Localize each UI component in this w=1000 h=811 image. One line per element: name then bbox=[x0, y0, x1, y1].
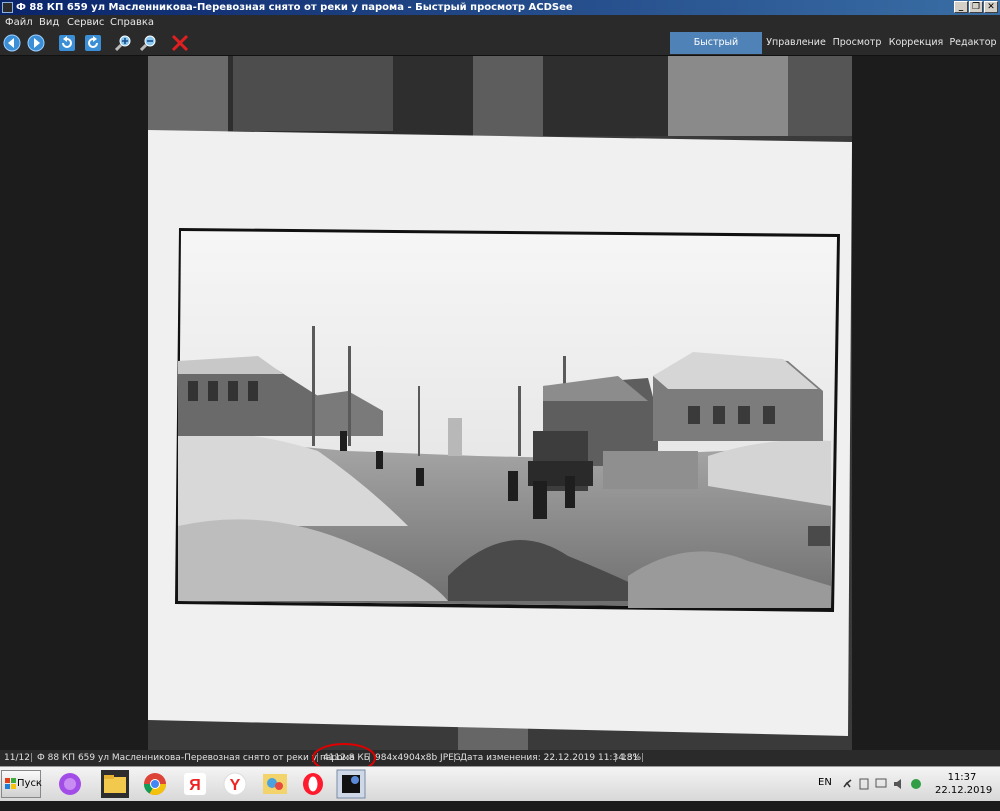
tab-manage[interactable]: Управление bbox=[766, 32, 826, 54]
image-index: 11/12 bbox=[4, 753, 30, 763]
status-dimensions: 984x4904x8b JPEG bbox=[375, 753, 461, 763]
toolbar: Быстрый просмотр Управление Просмотр Кор… bbox=[0, 31, 1000, 70]
status-separator: | bbox=[614, 753, 618, 763]
status-bar: 11/12 | Ф 88 КП 659 ул Масленникова-Пере… bbox=[0, 750, 1000, 766]
language-indicator[interactable]: EN bbox=[818, 777, 832, 811]
minimize-button[interactable]: _ bbox=[954, 1, 968, 13]
explorer-icon[interactable] bbox=[100, 769, 130, 799]
next-arrow-icon[interactable] bbox=[27, 34, 45, 52]
zoom-out-icon[interactable] bbox=[140, 34, 158, 52]
acdsee-icon[interactable] bbox=[336, 769, 366, 799]
clock[interactable]: 11:37 22.12.2019 bbox=[935, 771, 993, 797]
tab-quick-view[interactable]: Быстрый просмотр bbox=[670, 32, 762, 70]
yandex-browser-icon[interactable]: Y bbox=[220, 769, 250, 799]
yandex-icon[interactable]: Я bbox=[180, 769, 210, 799]
rotate-right-icon[interactable] bbox=[84, 34, 102, 52]
chrome-icon[interactable] bbox=[140, 769, 170, 799]
svg-text:Y: Y bbox=[230, 777, 241, 794]
menu-help[interactable]: Справка bbox=[110, 16, 154, 30]
status-zoom[interactable]: 18% bbox=[621, 750, 641, 766]
image-viewer[interactable] bbox=[0, 56, 1000, 750]
status-filename: Ф 88 КП 659 ул Масленникова-Перевозная с… bbox=[37, 753, 355, 763]
status-separator: | bbox=[453, 753, 457, 763]
menu-service[interactable]: Сервис bbox=[67, 16, 104, 30]
tab-edit[interactable]: Редактор bbox=[948, 32, 998, 54]
start-button[interactable]: Пуск bbox=[1, 770, 42, 798]
acdsee-app-icon[interactable] bbox=[2, 2, 13, 13]
alice-icon[interactable] bbox=[55, 769, 85, 799]
system-tray-icons[interactable] bbox=[840, 777, 930, 811]
menu-view[interactable]: Вид bbox=[39, 16, 59, 30]
tab-develop[interactable]: Коррекция bbox=[888, 32, 944, 54]
menu-bar: Файл Вид Сервис Справка bbox=[0, 15, 1000, 31]
photo-image bbox=[148, 56, 852, 750]
title-bar: Ф 88 КП 659 ул Масленникова-Перевозная с… bbox=[0, 0, 1000, 15]
rotate-left-icon[interactable] bbox=[58, 34, 76, 52]
svg-text:Я: Я bbox=[189, 777, 201, 794]
paint-icon[interactable] bbox=[260, 769, 290, 799]
taskbar: Пуск Я Y EN 11:37 22.12.2019 bbox=[0, 766, 1000, 801]
delete-icon[interactable] bbox=[171, 34, 189, 52]
clock-time: 11:37 bbox=[947, 772, 977, 783]
windows-flag-icon bbox=[5, 778, 16, 789]
window-title: Ф 88 КП 659 ул Масленникова-Перевозная с… bbox=[16, 2, 573, 13]
zoom-in-icon[interactable] bbox=[115, 34, 133, 52]
status-modified: Дата изменения: 22.12.2019 11:34:31 bbox=[460, 753, 639, 763]
status-separator: | bbox=[30, 753, 34, 763]
tab-view[interactable]: Просмотр bbox=[831, 32, 883, 54]
menu-file[interactable]: Файл bbox=[5, 16, 33, 30]
opera-icon[interactable] bbox=[298, 769, 328, 799]
status-separator: | bbox=[641, 753, 645, 763]
clock-date: 22.12.2019 bbox=[935, 785, 993, 796]
close-button[interactable]: ✕ bbox=[984, 1, 998, 13]
restore-button[interactable]: ❐ bbox=[969, 1, 983, 13]
prev-arrow-icon[interactable] bbox=[3, 34, 21, 52]
start-label: Пуск bbox=[17, 778, 42, 789]
